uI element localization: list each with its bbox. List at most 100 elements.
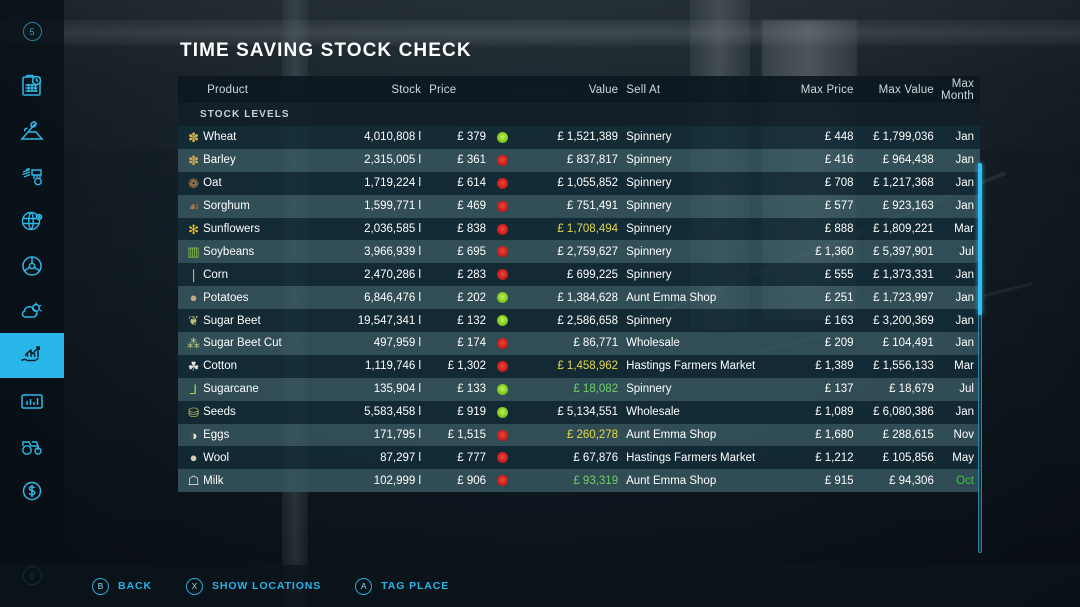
table-row[interactable]: ❦Sugar Beet19,547,341 l£ 132£ 2,586,658S… bbox=[178, 309, 980, 332]
cell-value: £ 1,708,494 bbox=[515, 223, 618, 235]
sidebar-item-finances[interactable] bbox=[0, 468, 64, 513]
sidebar-item-weather[interactable] bbox=[0, 288, 64, 333]
table-row[interactable]: ☘Cotton1,119,746 l£ 1,302£ 1,458,962Hast… bbox=[178, 355, 980, 378]
cell-max-price: £ 577 bbox=[781, 200, 854, 212]
table-row[interactable]: ☙Sorghum1,599,771 l£ 469£ 751,491Spinner… bbox=[178, 195, 980, 218]
sidebar-item-sprayer[interactable] bbox=[0, 153, 64, 198]
cell-max-month: Jan bbox=[934, 200, 980, 212]
cell-product: Sugar Beet Cut bbox=[203, 337, 316, 349]
sidebar-item-tractor[interactable] bbox=[0, 423, 64, 468]
sidebar-item-steering-wheel[interactable] bbox=[0, 243, 64, 288]
action-hint-tag-place[interactable]: ATAG PLACE bbox=[355, 578, 449, 595]
cell-max-month: Jan bbox=[934, 131, 980, 143]
trend-up-icon bbox=[490, 384, 515, 395]
table-row[interactable]: ✻Sunflowers2,036,585 l£ 838£ 1,708,494Sp… bbox=[178, 218, 980, 241]
cell-max-month: May bbox=[934, 452, 980, 464]
cell-max-value: £ 1,723,997 bbox=[854, 292, 934, 304]
column-header-sell-at[interactable]: Sell At bbox=[618, 84, 781, 96]
sidebar-item-prices[interactable] bbox=[0, 333, 64, 378]
group-header-stock-levels: STOCK LEVELS bbox=[178, 103, 980, 126]
cell-product: Milk bbox=[203, 475, 316, 487]
table-row[interactable]: ❘Corn2,470,286 l£ 283£ 699,225Spinnery£ … bbox=[178, 263, 980, 286]
cell-max-price: £ 1,360 bbox=[781, 246, 854, 258]
cell-max-value: £ 1,217,368 bbox=[854, 177, 934, 189]
column-header-max-value[interactable]: Max Value bbox=[854, 84, 934, 96]
column-header-stock[interactable]: Stock bbox=[316, 84, 421, 96]
cell-max-price: £ 1,389 bbox=[781, 360, 854, 372]
cell-stock: 2,315,005 l bbox=[316, 154, 421, 166]
table-row[interactable]: ●Potatoes6,846,476 l£ 202£ 1,384,628Aunt… bbox=[178, 286, 980, 309]
cell-stock: 1,719,224 l bbox=[316, 177, 421, 189]
cell-stock: 102,999 l bbox=[316, 475, 421, 487]
sidebar-item-clipboard-clock[interactable] bbox=[0, 63, 64, 108]
globe-settings-icon bbox=[19, 208, 45, 234]
sidebar-item-globe-settings[interactable] bbox=[0, 198, 64, 243]
cell-value: £ 837,817 bbox=[515, 154, 618, 166]
table-row[interactable]: ⛁Seeds5,583,458 l£ 919£ 5,134,551Wholesa… bbox=[178, 401, 980, 424]
column-header-price[interactable]: Price bbox=[421, 84, 490, 96]
cell-max-month: Jan bbox=[934, 154, 980, 166]
sprayer-icon bbox=[19, 163, 45, 189]
cell-max-price: £ 708 bbox=[781, 177, 854, 189]
sidebar-item-field-seeding[interactable] bbox=[0, 108, 64, 153]
scrollbar-thumb[interactable] bbox=[978, 163, 982, 315]
table-row[interactable]: ◑Eggs171,795 l£ 1,515£ 260,278Aunt Emma … bbox=[178, 424, 980, 447]
finances-icon bbox=[19, 478, 45, 504]
trend-down-icon bbox=[490, 338, 515, 349]
column-header-product[interactable]: Product bbox=[203, 84, 316, 96]
cell-product: Potatoes bbox=[203, 292, 316, 304]
scrollbar[interactable] bbox=[978, 163, 982, 553]
cell-price: £ 132 bbox=[421, 315, 490, 327]
cell-max-value: £ 6,080,386 bbox=[854, 406, 934, 418]
cell-stock: 171,795 l bbox=[316, 429, 421, 441]
table-row[interactable]: ❁Oat1,719,224 l£ 614£ 1,055,852Spinnery£… bbox=[178, 172, 980, 195]
cell-max-month: Jan bbox=[934, 177, 980, 189]
sidebar-items bbox=[0, 63, 64, 513]
action-hint-show-locations[interactable]: XSHOW LOCATIONS bbox=[186, 578, 321, 595]
column-header-max-month[interactable]: Max Month bbox=[934, 78, 980, 102]
oat-icon: ❁ bbox=[178, 177, 203, 190]
cell-value: £ 67,876 bbox=[515, 452, 618, 464]
cell-max-value: £ 1,373,331 bbox=[854, 269, 934, 281]
corn-icon: ❘ bbox=[178, 268, 203, 281]
table-row[interactable]: ✽Wheat4,010,808 l£ 379£ 1,521,389Spinner… bbox=[178, 126, 980, 149]
cell-stock: 6,846,476 l bbox=[316, 292, 421, 304]
cell-value: £ 5,134,551 bbox=[515, 406, 618, 418]
table-row[interactable]: ⅃Sugarcane135,904 l£ 133£ 18,082Spinnery… bbox=[178, 378, 980, 401]
table-row[interactable]: ●Wool87,297 l£ 777£ 67,876Hastings Farme… bbox=[178, 446, 980, 469]
cell-max-month: Oct bbox=[934, 475, 980, 487]
cell-max-price: £ 163 bbox=[781, 315, 854, 327]
table-row[interactable]: ▥Soybeans3,966,939 l£ 695£ 2,759,627Spin… bbox=[178, 240, 980, 263]
cell-product: Corn bbox=[203, 269, 316, 281]
sorghum-icon: ☙ bbox=[178, 200, 203, 213]
table-row[interactable]: ⁂Sugar Beet Cut497,959 l£ 174£ 86,771Who… bbox=[178, 332, 980, 355]
button-glyph-b: B bbox=[92, 578, 109, 595]
cell-price: £ 777 bbox=[421, 452, 490, 464]
milk-icon: ☖ bbox=[178, 474, 203, 487]
cell-product: Oat bbox=[203, 177, 316, 189]
trend-down-icon bbox=[490, 246, 515, 257]
cell-max-price: £ 555 bbox=[781, 269, 854, 281]
table-row[interactable]: ✽Barley2,315,005 l£ 361£ 837,817Spinnery… bbox=[178, 149, 980, 172]
cell-value: £ 1,458,962 bbox=[515, 360, 618, 372]
cell-value: £ 1,055,852 bbox=[515, 177, 618, 189]
cell-sell-at: Wholesale bbox=[618, 337, 781, 349]
cell-sell-at: Spinnery bbox=[618, 246, 781, 258]
cell-value: £ 2,586,658 bbox=[515, 315, 618, 327]
barley-icon: ✽ bbox=[178, 154, 203, 167]
cell-product: Soybeans bbox=[203, 246, 316, 258]
action-hint-back[interactable]: BBACK bbox=[92, 578, 152, 595]
column-header-max-price[interactable]: Max Price bbox=[781, 84, 854, 96]
clipboard-clock-icon bbox=[19, 73, 45, 99]
cell-max-month: Jan bbox=[934, 406, 980, 418]
trend-up-icon bbox=[490, 292, 515, 303]
column-header-value[interactable]: Value bbox=[515, 84, 618, 96]
cell-price: £ 695 bbox=[421, 246, 490, 258]
cell-max-value: £ 923,163 bbox=[854, 200, 934, 212]
cell-sell-at: Spinnery bbox=[618, 200, 781, 212]
sidebar-item-statistics[interactable] bbox=[0, 378, 64, 423]
table-row[interactable]: ☖Milk102,999 l£ 906£ 93,319Aunt Emma Sho… bbox=[178, 469, 980, 492]
cell-price: £ 906 bbox=[421, 475, 490, 487]
shoulder-button-left[interactable]: 5 bbox=[23, 22, 42, 41]
cell-max-value: £ 5,397,901 bbox=[854, 246, 934, 258]
